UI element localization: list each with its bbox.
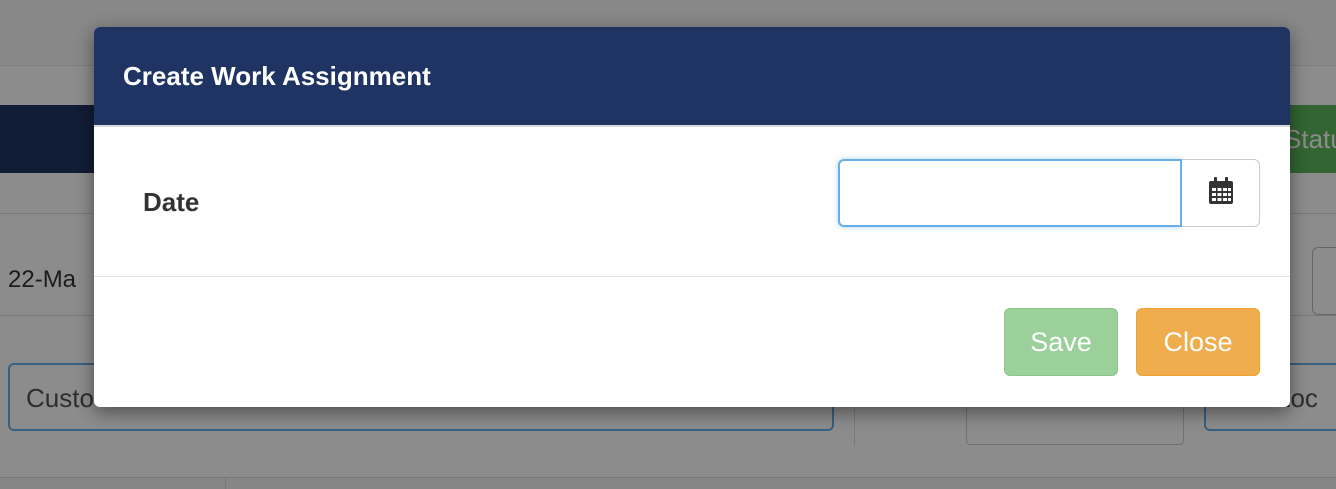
modal-body: Date bbox=[94, 127, 1290, 277]
create-work-assignment-modal: Create Work Assignment Date Save Close bbox=[94, 27, 1290, 407]
modal-footer: Save Close bbox=[94, 277, 1290, 405]
date-input[interactable] bbox=[838, 159, 1182, 227]
save-button[interactable]: Save bbox=[1004, 308, 1118, 376]
date-picker-group bbox=[838, 159, 1260, 227]
modal-header: Create Work Assignment bbox=[94, 27, 1290, 127]
calendar-icon bbox=[1208, 176, 1234, 210]
modal-title: Create Work Assignment bbox=[123, 60, 431, 91]
calendar-button[interactable] bbox=[1182, 159, 1260, 227]
page: Statu 22-Ma Custo Loc Create Work Assign… bbox=[0, 0, 1336, 489]
date-label: Date bbox=[143, 187, 200, 217]
close-button[interactable]: Close bbox=[1136, 308, 1260, 376]
